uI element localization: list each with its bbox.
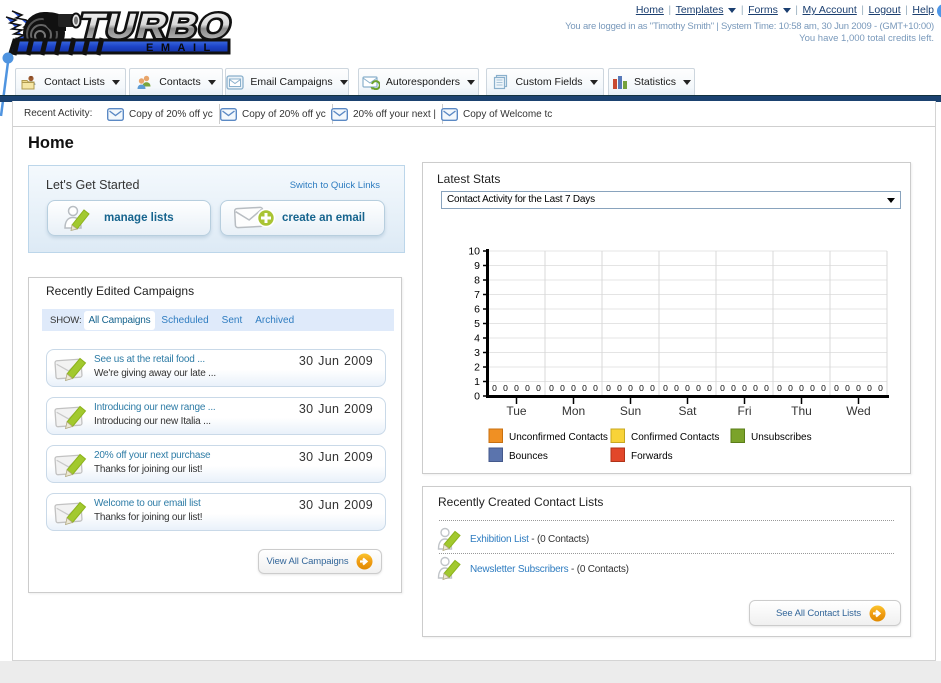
svg-text:0: 0 — [617, 383, 622, 393]
svg-text:Unsubscribes: Unsubscribes — [751, 432, 812, 443]
svg-text:0: 0 — [720, 383, 725, 393]
svg-text:0: 0 — [628, 383, 633, 393]
svg-text:0: 0 — [777, 383, 782, 393]
svg-text:0: 0 — [650, 383, 655, 393]
svg-text:0: 0 — [753, 383, 758, 393]
svg-text:Sat: Sat — [678, 404, 697, 418]
svg-text:7: 7 — [474, 289, 480, 301]
svg-text:TURBO: TURBO — [75, 7, 237, 47]
svg-text:0: 0 — [606, 383, 611, 393]
svg-text:0: 0 — [764, 383, 769, 393]
svg-text:Tue: Tue — [506, 404, 527, 418]
svg-text:0: 0 — [674, 383, 679, 393]
svg-text:0: 0 — [867, 383, 872, 393]
svg-text:0: 0 — [788, 383, 793, 393]
svg-text:Sun: Sun — [620, 404, 641, 418]
svg-text:0: 0 — [663, 383, 668, 393]
svg-text:6: 6 — [474, 304, 480, 316]
svg-text:0: 0 — [593, 383, 598, 393]
svg-text:1: 1 — [474, 376, 480, 388]
svg-text:2: 2 — [474, 362, 480, 374]
svg-text:0: 0 — [685, 383, 690, 393]
svg-text:4: 4 — [474, 333, 480, 345]
svg-text:5: 5 — [474, 318, 480, 330]
svg-text:Confirmed Contacts: Confirmed Contacts — [631, 432, 719, 443]
svg-text:0: 0 — [536, 383, 541, 393]
svg-text:0: 0 — [878, 383, 883, 393]
svg-text:10: 10 — [468, 246, 480, 258]
svg-text:0: 0 — [742, 383, 747, 393]
svg-text:Mon: Mon — [562, 404, 585, 418]
svg-text:0: 0 — [810, 383, 815, 393]
svg-text:Wed: Wed — [846, 404, 870, 418]
svg-text:0: 0 — [639, 383, 644, 393]
svg-text:0: 0 — [582, 383, 587, 393]
svg-text:0: 0 — [474, 391, 480, 403]
svg-text:8: 8 — [474, 275, 480, 287]
svg-text:0: 0 — [503, 383, 508, 393]
svg-text:0: 0 — [731, 383, 736, 393]
svg-text:3: 3 — [474, 347, 480, 359]
svg-text:0: 0 — [514, 383, 519, 393]
svg-text:Thu: Thu — [791, 404, 812, 418]
svg-text:0: 0 — [549, 383, 554, 393]
svg-text:0: 0 — [821, 383, 826, 393]
svg-text:Fri: Fri — [738, 404, 752, 418]
svg-text:Bounces: Bounces — [509, 451, 548, 462]
svg-text:Unconfirmed Contacts: Unconfirmed Contacts — [509, 432, 608, 443]
svg-text:0: 0 — [560, 383, 565, 393]
svg-text:0: 0 — [525, 383, 530, 393]
svg-text:0: 0 — [696, 383, 701, 393]
svg-text:Forwards: Forwards — [631, 451, 673, 462]
svg-text:0: 0 — [856, 383, 861, 393]
svg-text:9: 9 — [474, 260, 480, 272]
svg-text:0: 0 — [834, 383, 839, 393]
svg-text:0: 0 — [571, 383, 576, 393]
svg-text:0: 0 — [799, 383, 804, 393]
svg-text:0: 0 — [845, 383, 850, 393]
svg-text:0: 0 — [492, 383, 497, 393]
svg-text:0: 0 — [707, 383, 712, 393]
